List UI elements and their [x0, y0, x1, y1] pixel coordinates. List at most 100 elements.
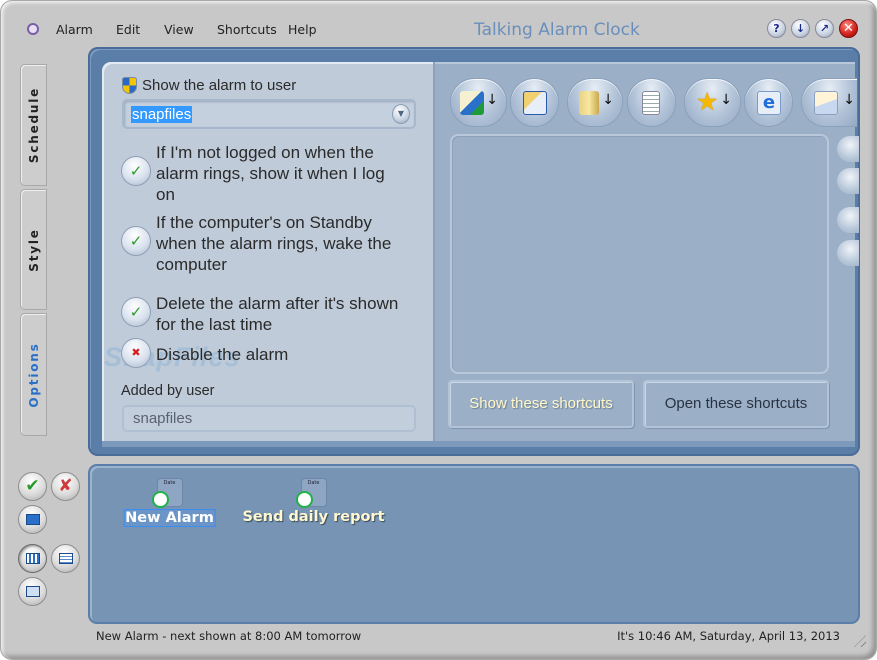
help-icon: ? — [773, 22, 780, 35]
folder-programs-icon — [523, 91, 547, 115]
label-line: Delete the alarm after it's shown — [156, 294, 399, 313]
window-title: Talking Alarm Clock — [474, 20, 640, 40]
computer-shortcut-button[interactable] — [837, 168, 859, 194]
alarm-icon-text: Date — [163, 480, 176, 486]
alarm-name: Send daily report — [242, 509, 385, 525]
add-programs-shortcut-button[interactable] — [510, 78, 559, 127]
cancel-x-icon: ✘ — [58, 476, 73, 496]
alarm-clock-icon[interactable] — [27, 23, 39, 35]
close-button[interactable]: ✕ — [839, 19, 858, 38]
alarm-icon: Date — [295, 478, 327, 508]
tab-options[interactable]: Options — [20, 313, 47, 436]
tab-schedule[interactable]: Schedule — [20, 64, 47, 186]
label-line: If I'm not logged on when the — [156, 143, 374, 162]
checkbox-disable-alarm[interactable]: ✖ — [121, 338, 151, 368]
restore-button[interactable]: ↗ — [815, 19, 834, 38]
minimize-down-arrow-icon: ↓ — [795, 22, 806, 35]
show-to-user-label: Show the alarm to user — [142, 77, 297, 94]
favorites-star-icon: ★ — [696, 87, 719, 116]
checkbox-disable-alarm-label: Disable the alarm — [156, 344, 426, 365]
app-window: Alarm Edit View Shortcuts Help Talking A… — [0, 0, 877, 660]
control-panel-icon — [460, 91, 484, 115]
details-view-icon — [59, 553, 73, 564]
show-to-user-select[interactable]: snapfiles ▼ — [122, 99, 416, 129]
shortcuts-list[interactable] — [450, 134, 829, 374]
rename-button[interactable] — [18, 505, 47, 534]
checkbox-delete-after-shown[interactable]: ✓ — [121, 297, 151, 327]
add-email-shortcut-button[interactable]: ↓ — [801, 78, 857, 127]
remove-shortcut-button[interactable] — [837, 136, 859, 162]
add-folder-shortcut-button[interactable]: ↓ — [567, 78, 623, 127]
tab-style-label: Style — [26, 227, 41, 272]
added-by-field: snapfiles — [122, 405, 416, 432]
dropdown-arrow-icon: ↓ — [486, 92, 498, 108]
menu-edit[interactable]: Edit — [116, 22, 140, 37]
checkbox-show-when-logon-label: If I'm not logged on when the alarm ring… — [156, 142, 426, 205]
add-favorite-shortcut-button[interactable]: ★ ↓ — [684, 78, 741, 127]
show-shortcuts-button[interactable]: Show these shortcuts — [448, 380, 634, 428]
checkbox-show-when-logon[interactable]: ✓ — [121, 156, 151, 186]
dropdown-arrow-icon: ↓ — [602, 92, 614, 108]
minimize-button[interactable]: ↓ — [791, 19, 810, 38]
check-icon: ✓ — [129, 232, 143, 250]
email-envelope-icon — [814, 91, 838, 115]
checkbox-wake-computer-label: If the computer's on Standby when the al… — [156, 212, 426, 275]
document-icon — [642, 91, 660, 115]
menu-alarm[interactable]: Alarm — [56, 22, 93, 37]
restore-arrow-icon: ↗ — [819, 22, 830, 35]
edit-shortcut-button[interactable] — [837, 207, 859, 233]
tab-style[interactable]: Style — [20, 189, 47, 310]
internet-explorer-icon: e — [757, 91, 781, 115]
new-document-shortcut-button[interactable] — [837, 240, 859, 266]
menu-shortcuts[interactable]: Shortcuts — [217, 22, 277, 37]
menu-help[interactable]: Help — [288, 22, 317, 37]
panel-divider — [102, 441, 855, 447]
check-icon: ✔ — [25, 476, 40, 496]
large-icons-view-icon — [26, 553, 40, 564]
x-icon: ✖ — [131, 346, 141, 359]
rename-icon — [26, 514, 40, 525]
large-icons-view-button[interactable] — [18, 544, 47, 573]
help-button[interactable]: ? — [767, 19, 786, 38]
menu-view[interactable]: View — [164, 22, 194, 37]
dropdown-arrow-icon: ↓ — [843, 92, 855, 108]
shield-icon — [122, 77, 137, 94]
details-view-button[interactable] — [51, 544, 80, 573]
close-icon: ✕ — [843, 21, 854, 36]
checkbox-delete-after-shown-label: Delete the alarm after it's shown for th… — [156, 293, 431, 335]
resize-grip[interactable] — [854, 635, 866, 647]
label-line: when the alarm rings, wake the — [156, 234, 392, 253]
folder-open-icon — [579, 91, 599, 115]
show-to-user-value: snapfiles — [131, 106, 193, 123]
open-shortcuts-button[interactable]: Open these shortcuts — [643, 380, 829, 428]
add-control-panel-shortcut-button[interactable]: ↓ — [450, 78, 507, 127]
label-line: for the last time — [156, 315, 273, 334]
alarm-view-button[interactable] — [18, 577, 47, 606]
tab-options-label: Options — [26, 341, 41, 408]
alarm-icon-text: Date — [307, 480, 320, 486]
alarm-icon: Date — [151, 478, 183, 508]
label-line: If the computer's on Standby — [156, 213, 372, 232]
check-icon: ✓ — [129, 162, 143, 180]
chevron-down-icon[interactable]: ▼ — [392, 104, 410, 124]
checkbox-wake-computer[interactable]: ✓ — [121, 226, 151, 256]
label-line: Disable the alarm — [156, 345, 289, 364]
tab-schedule-label: Schedule — [26, 86, 41, 164]
clock-icon — [151, 491, 169, 508]
cancel-button[interactable]: ✘ — [51, 472, 80, 501]
check-icon: ✓ — [129, 303, 143, 321]
clock-icon — [295, 491, 313, 508]
status-current-time: It's 10:46 AM, Saturday, April 13, 2013 — [617, 629, 840, 643]
alarm-view-icon — [26, 586, 40, 597]
status-next-alarm: New Alarm - next shown at 8:00 AM tomorr… — [96, 629, 362, 643]
add-web-shortcut-button[interactable]: e — [744, 78, 793, 127]
dropdown-arrow-icon: ↓ — [720, 92, 732, 108]
added-by-label: Added by user — [121, 383, 215, 399]
label-line: on — [156, 185, 175, 204]
alarms-list[interactable] — [88, 464, 860, 624]
label-line: alarm rings, show it when I log — [156, 164, 385, 183]
add-document-shortcut-button[interactable] — [627, 78, 676, 127]
alarm-name: New Alarm — [123, 509, 216, 527]
ok-button[interactable]: ✔ — [18, 472, 47, 501]
label-line: computer — [156, 255, 227, 274]
